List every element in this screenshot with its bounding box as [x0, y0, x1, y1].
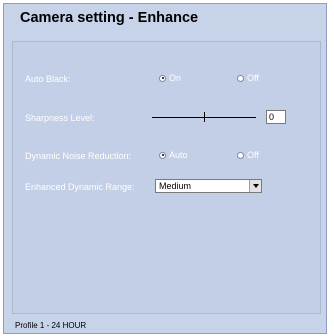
chevron-down-icon[interactable] [249, 180, 261, 192]
auto-black-on-radio[interactable]: On [159, 73, 181, 83]
auto-black-on-label: On [169, 73, 182, 83]
auto-black-label: Auto Black: [25, 74, 71, 84]
dnr-off-radio[interactable]: Off [237, 150, 259, 160]
edr-select-value: Medium [159, 181, 192, 191]
edr-select[interactable]: Medium [155, 179, 262, 193]
edr-label: Enhanced Dynamic Range: [25, 182, 135, 192]
auto-black-off-radio[interactable]: Off [237, 73, 259, 83]
profile-status: Profile 1 - 24 HOUR [15, 321, 87, 330]
panel-title: Camera setting - Enhance [20, 10, 199, 26]
sharpness-label: Sharpness Level: [25, 113, 95, 123]
radio-selected-icon [159, 74, 166, 82]
dnr-auto-label: Auto [169, 150, 188, 160]
sharpness-value-input[interactable]: 0 [266, 110, 286, 124]
dnr-off-label: Off [247, 150, 259, 160]
dnr-label: Dynamic Noise Reduction: [25, 151, 132, 161]
auto-black-off-label: Off [247, 73, 259, 83]
dnr-auto-radio[interactable]: Auto [159, 150, 188, 160]
radio-selected-icon [159, 151, 166, 159]
radio-unselected-icon [237, 74, 244, 82]
radio-unselected-icon [237, 151, 244, 159]
settings-panel: Camera setting - Enhance [3, 3, 327, 334]
sharpness-slider-thumb[interactable] [204, 112, 205, 122]
